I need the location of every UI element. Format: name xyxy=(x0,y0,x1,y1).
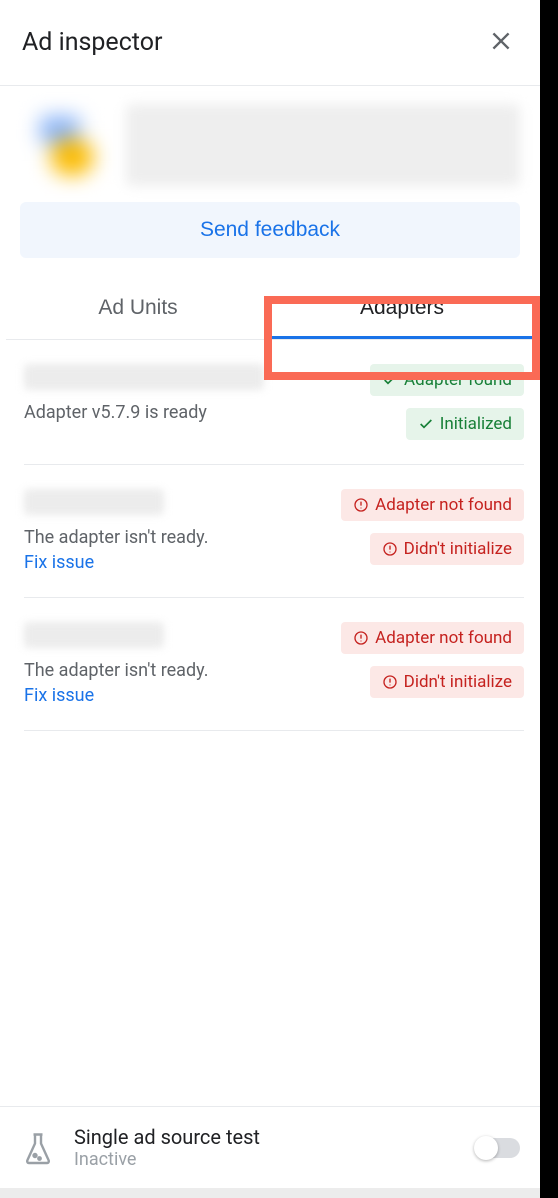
badge-label: Adapter not found xyxy=(375,628,512,648)
status-badge: Didn't initialize xyxy=(370,533,524,565)
badge-label: Didn't initialize xyxy=(404,672,512,692)
status-badge: Initialized xyxy=(406,408,524,440)
status-badge: Adapter not found xyxy=(341,622,524,654)
footer-title: Single ad source test xyxy=(74,1125,260,1149)
bottom-strip xyxy=(0,1188,540,1198)
app-info-text xyxy=(126,104,520,186)
badge-label: Adapter not found xyxy=(375,495,512,515)
status-badge: Didn't initialize xyxy=(370,666,524,698)
check-icon xyxy=(418,416,434,432)
adapter-name xyxy=(24,489,164,515)
adapter-row: The adapter isn't ready. Fix issue Adapt… xyxy=(24,598,524,731)
badge-label: Adapter found xyxy=(404,370,512,390)
footer-subtitle: Inactive xyxy=(74,1149,260,1170)
send-feedback-button[interactable]: Send feedback xyxy=(20,202,520,258)
check-icon xyxy=(382,372,398,388)
error-icon xyxy=(353,630,369,646)
status-badge: Adapter not found xyxy=(341,489,524,521)
beaker-icon xyxy=(20,1130,56,1166)
fix-issue-link[interactable]: Fix issue xyxy=(24,685,94,706)
device-frame-edge xyxy=(540,0,558,1198)
adapter-status-text: The adapter isn't ready. xyxy=(24,658,329,683)
error-icon xyxy=(353,497,369,513)
app-info-section: Send feedback xyxy=(0,86,540,278)
tabs: Ad Units Adapters xyxy=(6,278,534,340)
close-button[interactable] xyxy=(484,24,518,61)
single-ad-source-toggle[interactable] xyxy=(476,1138,520,1158)
fix-issue-link[interactable]: Fix issue xyxy=(24,552,94,573)
footer: Single ad source test Inactive xyxy=(0,1106,540,1188)
app-icon xyxy=(20,104,114,186)
footer-text: Single ad source test Inactive xyxy=(74,1125,260,1170)
adapter-status-text: The adapter isn't ready. xyxy=(24,525,329,550)
adapter-name xyxy=(24,364,264,390)
adapter-row: Adapter v5.7.9 is ready Adapter found In… xyxy=(24,340,524,465)
close-icon xyxy=(488,28,514,54)
page-title: Ad inspector xyxy=(22,28,162,57)
adapter-row: The adapter isn't ready. Fix issue Adapt… xyxy=(24,465,524,598)
adapter-status-text: Adapter v5.7.9 is ready xyxy=(24,400,358,425)
adapter-name xyxy=(24,622,164,648)
adapter-list: Adapter v5.7.9 is ready Adapter found In… xyxy=(0,340,540,731)
badge-label: Didn't initialize xyxy=(404,539,512,559)
error-icon xyxy=(382,541,398,557)
tab-ad-units[interactable]: Ad Units xyxy=(6,278,270,339)
status-badge: Adapter found xyxy=(370,364,524,396)
badge-label: Initialized xyxy=(440,414,512,434)
header: Ad inspector xyxy=(0,0,540,85)
error-icon xyxy=(382,674,398,690)
tab-adapters[interactable]: Adapters xyxy=(270,278,534,339)
